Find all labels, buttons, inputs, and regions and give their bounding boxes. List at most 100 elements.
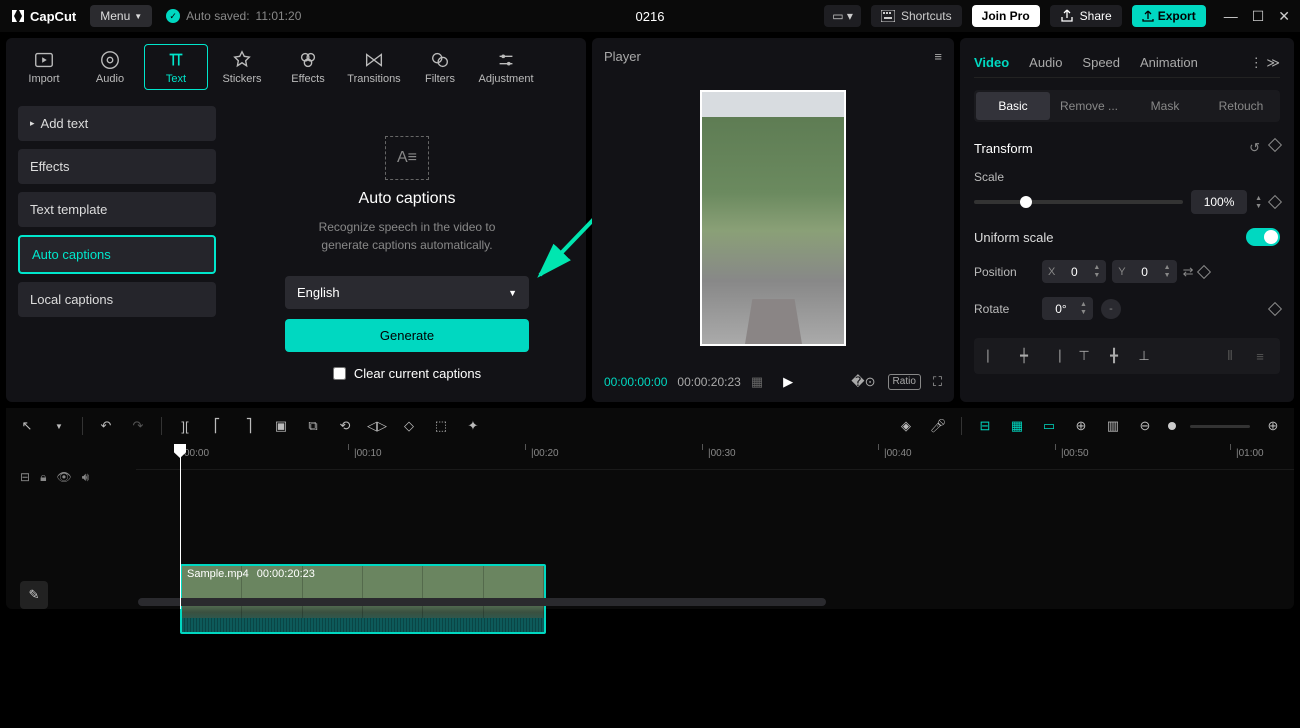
- align-center-v-icon[interactable]: ╋: [1104, 346, 1124, 366]
- tab-adjustment[interactable]: Adjustment: [474, 45, 538, 89]
- subtab-remove[interactable]: Remove ...: [1052, 92, 1126, 120]
- rotate-input[interactable]: 0°▲▼: [1042, 297, 1093, 320]
- distribute-h-icon[interactable]: ⦀: [1220, 346, 1240, 366]
- rotate-keyframe-icon[interactable]: [1268, 301, 1282, 315]
- clear-captions-checkbox[interactable]: Clear current captions: [333, 366, 481, 381]
- tab-filters[interactable]: Filters: [408, 45, 472, 89]
- position-keyframe-icon[interactable]: [1197, 264, 1211, 278]
- inspector-tab-speed[interactable]: Speed: [1082, 55, 1120, 70]
- tab-stickers[interactable]: Stickers: [210, 45, 274, 89]
- snap-icon[interactable]: ⊟: [976, 417, 994, 435]
- crop-icon[interactable]: ▣: [272, 417, 290, 435]
- clear-captions-input[interactable]: [333, 367, 346, 380]
- split-icon[interactable]: ]​[: [176, 417, 194, 435]
- align-center-h-icon[interactable]: ┿: [1014, 346, 1034, 366]
- redo-icon[interactable]: ↷: [129, 417, 147, 435]
- duplicate-icon[interactable]: ⧉: [304, 417, 322, 435]
- tab-text[interactable]: Text: [144, 44, 208, 90]
- menu-button[interactable]: Menu▼: [90, 5, 152, 27]
- undo-icon[interactable]: ↶: [97, 417, 115, 435]
- marker-icon[interactable]: ⊕: [1072, 417, 1090, 435]
- position-y-input[interactable]: Y0▲▼: [1112, 260, 1176, 283]
- video-preview[interactable]: [700, 90, 846, 346]
- time-ruler[interactable]: 00:00 |00:10 |00:20 |00:30 |00:40 |00:50…: [136, 444, 1294, 470]
- distribute-v-icon[interactable]: ≡: [1250, 346, 1270, 366]
- ratio-button[interactable]: Ratio: [888, 374, 921, 390]
- subtab-mask[interactable]: Mask: [1128, 92, 1202, 120]
- scale-keyframe-icon[interactable]: [1268, 195, 1282, 209]
- crop-tool-icon[interactable]: ⬚: [432, 417, 450, 435]
- share-button[interactable]: Share: [1050, 5, 1122, 27]
- lock-icon[interactable]: 🔒︎: [40, 470, 46, 485]
- tab-effects[interactable]: Effects: [276, 45, 340, 89]
- trim-right-icon[interactable]: ⎤: [240, 417, 258, 435]
- align-right-icon[interactable]: ⎹: [1044, 346, 1064, 366]
- scan-icon[interactable]: �⊙: [851, 374, 875, 390]
- project-name[interactable]: 0216: [636, 9, 665, 24]
- pointer-tool-icon[interactable]: ↖: [18, 417, 36, 435]
- subtab-retouch[interactable]: Retouch: [1204, 92, 1278, 120]
- zoom-in-icon[interactable]: ⊕: [1264, 417, 1282, 435]
- zoom-slider[interactable]: [1168, 422, 1176, 430]
- edit-track-icon[interactable]: ✎: [20, 581, 48, 609]
- track-area[interactable]: Sample.mp400:00:20:23: [136, 470, 1294, 609]
- mirror-icon[interactable]: ◁▷: [368, 417, 386, 435]
- uniform-scale-toggle[interactable]: [1246, 228, 1280, 246]
- sidebar-item-auto-captions[interactable]: Auto captions: [18, 235, 216, 274]
- align-left-icon[interactable]: ⎸: [984, 346, 1004, 366]
- position-x-input[interactable]: X0▲▼: [1042, 260, 1106, 283]
- player-menu-icon[interactable]: ≡: [934, 49, 942, 64]
- pointer-dropdown-icon[interactable]: ▼: [50, 417, 68, 435]
- link-xy-icon[interactable]: ⇄: [1183, 264, 1194, 280]
- collapse-icon[interactable]: ⊟: [20, 470, 30, 485]
- inspector-tabs-more[interactable]: ⋮ ≫: [1250, 55, 1280, 71]
- align-top-icon[interactable]: ⊤: [1074, 346, 1094, 366]
- reset-icon[interactable]: ↺: [1249, 140, 1260, 156]
- shortcuts-button[interactable]: Shortcuts: [871, 5, 962, 27]
- sidebar-item-effects[interactable]: Effects: [18, 149, 216, 184]
- generate-button[interactable]: Generate: [285, 319, 529, 352]
- tab-transitions[interactable]: Transitions: [342, 45, 406, 89]
- visibility-icon[interactable]: 👁︎: [56, 470, 71, 485]
- close-icon[interactable]: ✕: [1278, 8, 1290, 25]
- mute-icon[interactable]: 🔊︎: [82, 470, 90, 485]
- scale-value[interactable]: 100%: [1191, 190, 1247, 214]
- scale-slider[interactable]: [974, 200, 1183, 204]
- playhead[interactable]: [180, 444, 181, 609]
- inspector-tab-audio[interactable]: Audio: [1029, 55, 1062, 70]
- keyframe-icon[interactable]: [1268, 138, 1282, 152]
- mic-icon[interactable]: 🎤︎: [929, 417, 947, 435]
- preview-icon[interactable]: ▭: [1040, 417, 1058, 435]
- mirror-button[interactable]: -: [1101, 299, 1121, 319]
- enhance-icon[interactable]: ✦: [464, 417, 482, 435]
- tab-audio[interactable]: Audio: [78, 45, 142, 89]
- inspector-tab-animation[interactable]: Animation: [1140, 55, 1198, 70]
- reverse-icon[interactable]: ⟲: [336, 417, 354, 435]
- sidebar-item-add-text[interactable]: ▸Add text: [18, 106, 216, 141]
- join-pro-button[interactable]: Join Pro: [972, 5, 1040, 27]
- tab-import[interactable]: Import: [12, 45, 76, 89]
- maximize-icon[interactable]: ☐: [1252, 8, 1265, 25]
- scale-stepper[interactable]: ▲▼: [1255, 195, 1262, 210]
- minimize-icon[interactable]: —: [1224, 8, 1238, 25]
- sidebar-item-local-captions[interactable]: Local captions: [18, 282, 216, 317]
- zoom-out-icon[interactable]: ⊖: [1136, 417, 1154, 435]
- timeline-scrollbar[interactable]: [138, 598, 1284, 606]
- subtab-basic[interactable]: Basic: [976, 92, 1050, 120]
- layout-button[interactable]: ▭ ▾: [824, 5, 861, 27]
- fullscreen-icon[interactable]: ⛶: [933, 374, 942, 390]
- play-button[interactable]: ▶: [783, 374, 793, 390]
- grid-icon[interactable]: ▦: [751, 374, 763, 390]
- magnet-icon[interactable]: ◈: [897, 417, 915, 435]
- trim-left-icon[interactable]: ⎡: [208, 417, 226, 435]
- link-icon[interactable]: ▦: [1008, 417, 1026, 435]
- sidebar-item-text-template[interactable]: Text template: [18, 192, 216, 227]
- export-button[interactable]: Export: [1132, 5, 1206, 27]
- cover-icon[interactable]: ▥: [1104, 417, 1122, 435]
- language-select[interactable]: English ▼: [285, 276, 529, 309]
- align-bottom-icon[interactable]: ⊥: [1134, 346, 1154, 366]
- zoom-track[interactable]: [1190, 425, 1250, 428]
- inspector-tab-video[interactable]: Video: [974, 55, 1009, 70]
- player-stage[interactable]: [592, 74, 954, 362]
- rotate-tool-icon[interactable]: ◇: [400, 417, 418, 435]
